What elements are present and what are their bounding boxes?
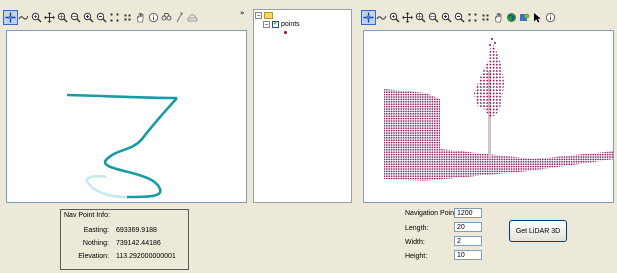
length-label: Length:	[405, 225, 429, 232]
trajectory-path	[66, 93, 178, 199]
measure-icon[interactable]	[375, 11, 388, 24]
width-label: Width:	[405, 239, 425, 246]
zoom-out-fixed-icon[interactable]	[69, 11, 82, 24]
measure-icon[interactable]	[17, 11, 30, 24]
point-cloud-render	[384, 38, 613, 181]
zoom-to-layer-icon[interactable]	[440, 11, 453, 24]
nav-point-info-panel: Nav Point Info: Easting: 693369.9188 Not…	[60, 209, 189, 270]
go-to-xy-icon[interactable]	[173, 11, 186, 24]
zoom-in-fixed-icon[interactable]	[414, 11, 427, 24]
globe-icon[interactable]	[505, 11, 518, 24]
right-3d-toolbar	[361, 9, 614, 25]
easting-value: 693369.9188	[116, 227, 157, 234]
zoom-extent-icon[interactable]	[479, 11, 492, 24]
zoom-in-icon[interactable]	[388, 11, 401, 24]
tree-root-row[interactable]: −	[255, 12, 275, 19]
navigation-point-label: Navigation Point:	[405, 210, 458, 217]
northing-value: 739142.44186	[116, 240, 161, 247]
left-map-toolbar	[3, 9, 240, 25]
hand-icon[interactable]	[492, 11, 505, 24]
toolbar-overflow-chevron[interactable]: »	[240, 9, 245, 17]
full-extent-icon[interactable]	[466, 11, 479, 24]
point-symbol-icon	[284, 31, 287, 34]
easting-label: Easting:	[83, 227, 109, 234]
find-icon[interactable]	[160, 11, 173, 24]
elevation-label: Elevation:	[78, 253, 109, 260]
hand-icon[interactable]	[134, 11, 147, 24]
identify-icon[interactable]	[147, 11, 160, 24]
collapse-icon[interactable]: −	[263, 21, 270, 28]
pan-icon[interactable]	[401, 11, 414, 24]
layer-icon[interactable]	[186, 11, 199, 24]
zoom-out-icon[interactable]	[453, 11, 466, 24]
height-label: Height:	[405, 253, 428, 260]
identify-icon[interactable]	[544, 11, 557, 24]
height-input[interactable]	[454, 250, 482, 260]
zoom-in-fixed-icon[interactable]	[56, 11, 69, 24]
map-view-2d[interactable]	[6, 30, 247, 203]
northing-label: Nothing:	[82, 240, 109, 247]
zoom-out-icon[interactable]	[95, 11, 108, 24]
pointer-icon[interactable]	[531, 11, 544, 24]
zoom-out-fixed-icon[interactable]	[427, 11, 440, 24]
lidar-3d-view[interactable]	[363, 30, 614, 203]
tree-item-points[interactable]: − ✔ points	[263, 21, 300, 28]
navigate-icon[interactable]	[518, 11, 531, 24]
layer-label: points	[281, 21, 300, 28]
collapse-icon[interactable]: −	[255, 12, 262, 19]
layer-visibility-checkbox[interactable]: ✔	[272, 21, 279, 28]
zoom-to-layer-icon[interactable]	[82, 11, 95, 24]
table-of-contents: − − ✔ points	[253, 9, 352, 203]
map-layers-folder-icon	[264, 12, 273, 19]
nav-point-info-title: Nav Point Info:	[64, 212, 110, 219]
width-input[interactable]	[454, 236, 482, 246]
navigation-point-input[interactable]	[454, 208, 482, 218]
pan-select-icon[interactable]	[3, 9, 18, 25]
pan-select-icon[interactable]	[361, 9, 376, 25]
full-extent-icon[interactable]	[108, 11, 121, 24]
elevation-value: 113.292000000001	[116, 253, 176, 260]
length-input[interactable]	[454, 222, 482, 232]
get-lidar-3d-button[interactable]: Get LiDAR 3D	[509, 220, 567, 242]
zoom-in-icon[interactable]	[30, 11, 43, 24]
pan-icon[interactable]	[43, 11, 56, 24]
zoom-extent-icon[interactable]	[121, 11, 134, 24]
